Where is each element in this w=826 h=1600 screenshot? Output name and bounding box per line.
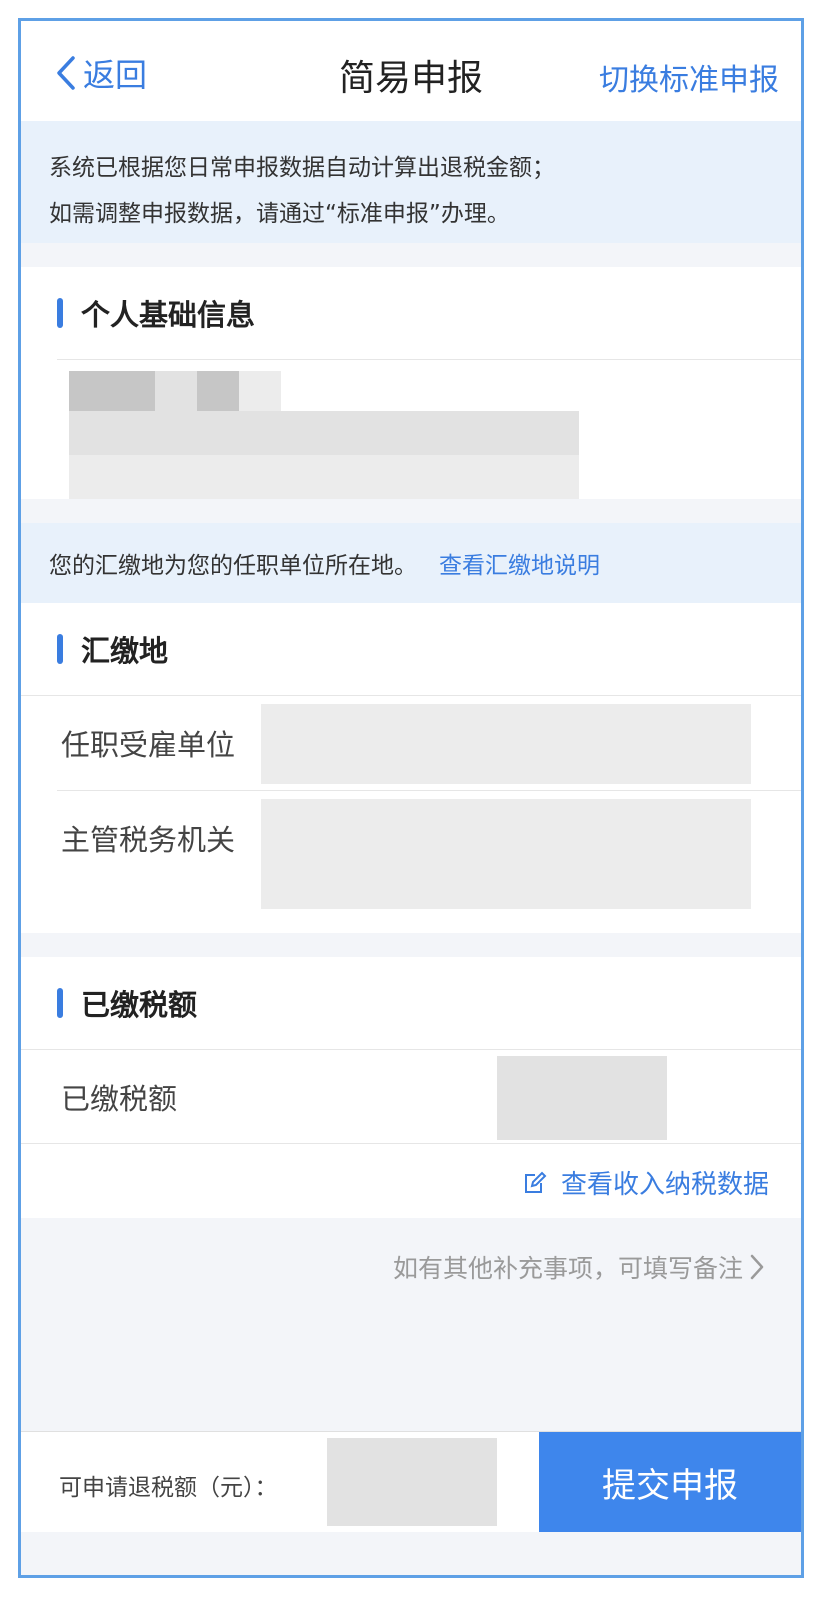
personal-info-card: 个人基础信息 (21, 267, 801, 499)
auto-calc-notice: 系统已根据您日常申报数据自动计算出退税金额； 如需调整申报数据，请通过“标准申报… (21, 121, 801, 243)
tax-authority-label: 主管税务机关 (61, 823, 236, 857)
employer-row[interactable]: 任职受雇单位 (21, 696, 801, 790)
chevron-right-icon (750, 1254, 764, 1280)
notice-line-1: 系统已根据您日常申报数据自动计算出退税金额； (49, 155, 555, 181)
refund-amount-redacted (327, 1438, 497, 1526)
view-settlement-explanation-link[interactable]: 查看汇缴地说明 (439, 546, 600, 580)
nav-bar: 返回 简易申报 切换标准申报 (21, 21, 801, 121)
divider (57, 359, 801, 360)
settlement-title: 汇缴地 (81, 634, 169, 668)
personal-info-title: 个人基础信息 (81, 298, 256, 332)
settlement-location-notice: 您的汇缴地为您的任职单位所在地。 查看汇缴地说明 (21, 523, 801, 603)
paid-tax-header: 已缴税额 (21, 957, 801, 1049)
notice-line-2: 如需调整申报数据，请通过“标准申报”办理。 (49, 201, 510, 227)
section-marker (57, 634, 63, 664)
submit-declaration-button[interactable]: 提交申报 (539, 1432, 801, 1532)
bottom-bar: 可申请退税额（元）： 提交申报 (21, 1431, 801, 1532)
switch-standard-button[interactable]: 切换标准申报 (599, 55, 779, 99)
income-link-label: 查看收入纳税数据 (560, 1170, 769, 1200)
employer-value-redacted (261, 704, 751, 784)
paid-tax-title: 已缴税额 (81, 988, 198, 1022)
settlement-location-text: 您的汇缴地为您的任职单位所在地。 (49, 553, 417, 579)
tax-authority-row[interactable]: 主管税务机关 (21, 791, 801, 909)
section-marker (57, 298, 63, 328)
paid-tax-value-redacted (497, 1056, 667, 1140)
section-marker (57, 988, 63, 1018)
settlement-card: 汇缴地 任职受雇单位 主管税务机关 (21, 603, 801, 933)
paid-tax-label: 已缴税额 (61, 1082, 178, 1116)
remark-label: 如有其他补充事项，可填写备注 (392, 1254, 743, 1283)
paid-tax-row: 已缴税额 (21, 1050, 801, 1144)
edit-icon (524, 1171, 547, 1193)
view-income-tax-data-link[interactable]: 查看收入纳税数据 (523, 1164, 769, 1201)
app-frame: 返回 简易申报 切换标准申报 系统已根据您日常申报数据自动计算出退税金额； 如需… (18, 18, 804, 1578)
add-remark-link[interactable]: 如有其他补充事项，可填写备注 (393, 1249, 765, 1285)
employer-label: 任职受雇单位 (61, 728, 236, 762)
personal-info-header: 个人基础信息 (21, 267, 801, 359)
settlement-header: 汇缴地 (21, 603, 801, 695)
income-data-row: 查看收入纳税数据 (21, 1143, 801, 1218)
paid-tax-card: 已缴税额 已缴税额 (21, 957, 801, 1143)
refund-amount-label: 可申请退税额（元）： (59, 1475, 278, 1501)
tax-authority-value-redacted (261, 799, 751, 909)
